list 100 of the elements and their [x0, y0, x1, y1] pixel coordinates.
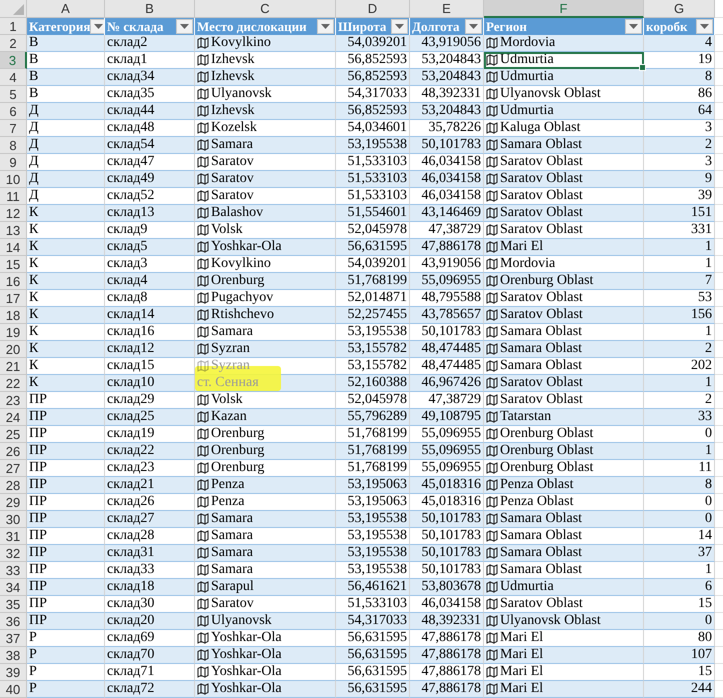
row-number[interactable]: 17	[0, 290, 27, 307]
table-cell: ПР	[29, 443, 47, 459]
table-cell: 33	[698, 409, 712, 425]
map-icon	[486, 122, 498, 134]
filter-dropdown-button[interactable]	[696, 19, 713, 34]
row-number[interactable]: 7	[0, 120, 27, 137]
column-header[interactable]: C	[195, 0, 336, 18]
table-cell: склад26	[107, 494, 154, 510]
row-number[interactable]: 25	[0, 426, 27, 443]
row-number[interactable]: 33	[0, 562, 27, 579]
row-number[interactable]: 27	[0, 460, 27, 477]
row-number[interactable]: 13	[0, 222, 27, 239]
row-number[interactable]: 16	[0, 273, 27, 290]
table-cell: склад31	[107, 545, 154, 561]
row-number[interactable]: 37	[0, 630, 27, 647]
row-number[interactable]: 4	[0, 69, 27, 86]
table-cell: Orenburg Oblast	[500, 443, 594, 459]
row-number[interactable]: 15	[0, 256, 27, 273]
map-icon	[486, 71, 498, 83]
row-number[interactable]: 39	[0, 664, 27, 681]
table-cell: 86	[698, 86, 712, 102]
filter-dropdown-button[interactable]	[317, 19, 334, 34]
filter-dropdown-button[interactable]	[391, 19, 408, 34]
map-icon	[486, 649, 498, 661]
table-cell: ПР	[29, 392, 47, 408]
row-number[interactable]: 21	[0, 358, 27, 375]
row-number[interactable]: 9	[0, 154, 27, 171]
row-number[interactable]: 36	[0, 613, 27, 630]
row-number[interactable]: 34	[0, 579, 27, 596]
row-number[interactable]: 11	[0, 188, 27, 205]
table-cell: 64	[698, 103, 712, 119]
table-cell: 43,785657	[422, 307, 481, 323]
fill-handle[interactable]	[639, 64, 646, 71]
table-cell: Samara Oblast	[500, 545, 582, 561]
row-number[interactable]: 26	[0, 443, 27, 460]
column-title: Регион	[486, 18, 527, 34]
table-cell: ПР	[29, 596, 47, 612]
column-header[interactable]: E	[410, 0, 484, 18]
row-number[interactable]: 1	[0, 18, 27, 35]
map-icon	[486, 598, 498, 610]
table-cell: Д	[29, 154, 39, 170]
row-number[interactable]: 12	[0, 205, 27, 222]
row-number[interactable]: 35	[0, 596, 27, 613]
table-cell: 43,146469	[422, 205, 481, 221]
column-header[interactable]: G	[644, 0, 715, 18]
row-number[interactable]: 40	[0, 681, 27, 698]
table-cell: 56,631595	[348, 664, 407, 680]
row-number[interactable]: 28	[0, 477, 27, 494]
table-cell: 56,852593	[348, 69, 407, 85]
row-number[interactable]: 10	[0, 171, 27, 188]
row-number[interactable]: 32	[0, 545, 27, 562]
row-number[interactable]: 6	[0, 103, 27, 120]
table-cell: Д	[29, 171, 39, 187]
row-number[interactable]: 24	[0, 409, 27, 426]
table-cell: Yoshkar-Ola	[211, 239, 282, 255]
table-cell: Yoshkar-Ola	[211, 681, 282, 697]
column-header[interactable]: D	[336, 0, 410, 18]
row-number[interactable]: 30	[0, 511, 27, 528]
filter-dropdown-button[interactable]	[625, 19, 642, 34]
selected-cell[interactable]: Udmurtia	[484, 52, 644, 69]
row-number[interactable]: 14	[0, 239, 27, 256]
table-cell: 8	[705, 69, 712, 85]
row-number[interactable]: 2	[0, 35, 27, 52]
row-number[interactable]: 18	[0, 307, 27, 324]
table-cell: Kozelsk	[211, 120, 257, 136]
filter-dropdown-button[interactable]	[465, 19, 482, 34]
table-cell: 15	[698, 664, 712, 680]
column-header[interactable]: F	[484, 0, 644, 18]
table-cell: Izhevsk	[211, 69, 255, 85]
column-header[interactable]: A	[27, 0, 105, 18]
table-cell: Saratov	[211, 154, 254, 170]
table-cell: склад14	[107, 307, 154, 323]
row-number[interactable]: 8	[0, 137, 27, 154]
row-number[interactable]: 19	[0, 324, 27, 341]
table-cell: 49,108795	[422, 409, 481, 425]
row-number[interactable]: 5	[0, 86, 27, 103]
table-cell: Volsk	[211, 392, 243, 408]
row-number[interactable]: 31	[0, 528, 27, 545]
row-number[interactable]: 23	[0, 392, 27, 409]
table-cell: Mari El	[500, 630, 544, 646]
row-number[interactable]: 20	[0, 341, 27, 358]
table-cell: склад23	[107, 460, 154, 476]
table-cell: склад19	[107, 426, 154, 442]
table-cell: 56,461621	[348, 579, 407, 595]
column-header[interactable]: B	[105, 0, 195, 18]
table-cell: Orenburg	[211, 443, 264, 459]
table-cell: 15	[698, 596, 712, 612]
table-cell: Р	[29, 664, 37, 680]
table-cell: Izhevsk	[211, 52, 255, 68]
table-cell: Kaluga Oblast	[500, 120, 580, 136]
table-cell: склад5	[107, 239, 148, 255]
table-cell: Samara Oblast	[500, 511, 582, 527]
row-number[interactable]: 38	[0, 647, 27, 664]
table-cell: склад4	[107, 273, 148, 289]
column-title: Категория	[29, 18, 90, 34]
row-number[interactable]: 3	[0, 52, 27, 69]
row-number[interactable]: 29	[0, 494, 27, 511]
filter-dropdown-button[interactable]	[176, 19, 193, 34]
filter-dropdown-button[interactable]	[90, 19, 104, 34]
row-number[interactable]: 22	[0, 375, 27, 392]
